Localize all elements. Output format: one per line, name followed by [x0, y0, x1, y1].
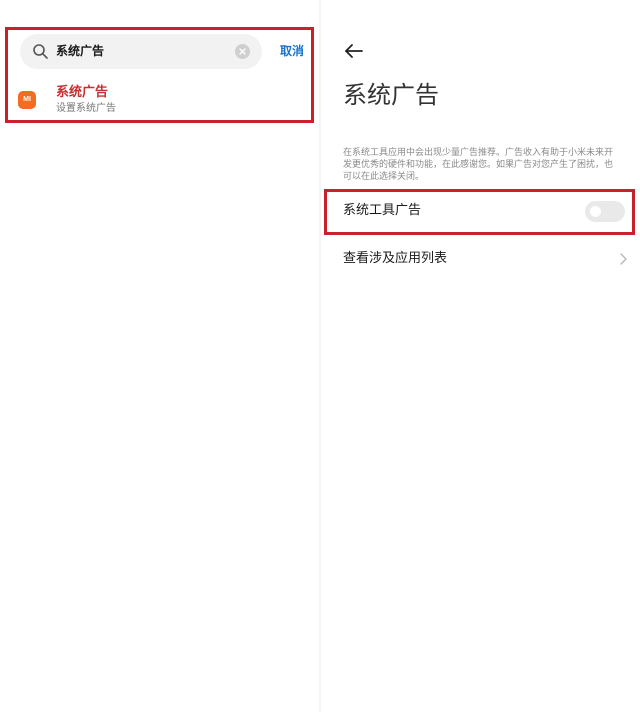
page-title: 系统广告	[343, 81, 439, 109]
highlight-box	[324, 189, 635, 235]
ad-description: 在系统工具应用中会出现少量广告推荐。广告收入有助于小米未来开发更优秀的硬件和功能…	[343, 148, 614, 182]
view-apps-list-row[interactable]: 查看涉及应用列表	[343, 241, 627, 277]
settings-panel: 系统广告 在系统工具应用中会出现少量广告推荐。广告收入有助于小米未来开发更优秀的…	[321, 0, 640, 712]
chevron-right-icon	[620, 253, 627, 265]
search-panel: 系统广告 取消 MI 系统广告 设置系统广告	[0, 0, 319, 712]
list-item-label: 查看涉及应用列表	[343, 251, 448, 266]
back-arrow-icon[interactable]	[343, 40, 365, 62]
highlight-box	[5, 27, 314, 123]
